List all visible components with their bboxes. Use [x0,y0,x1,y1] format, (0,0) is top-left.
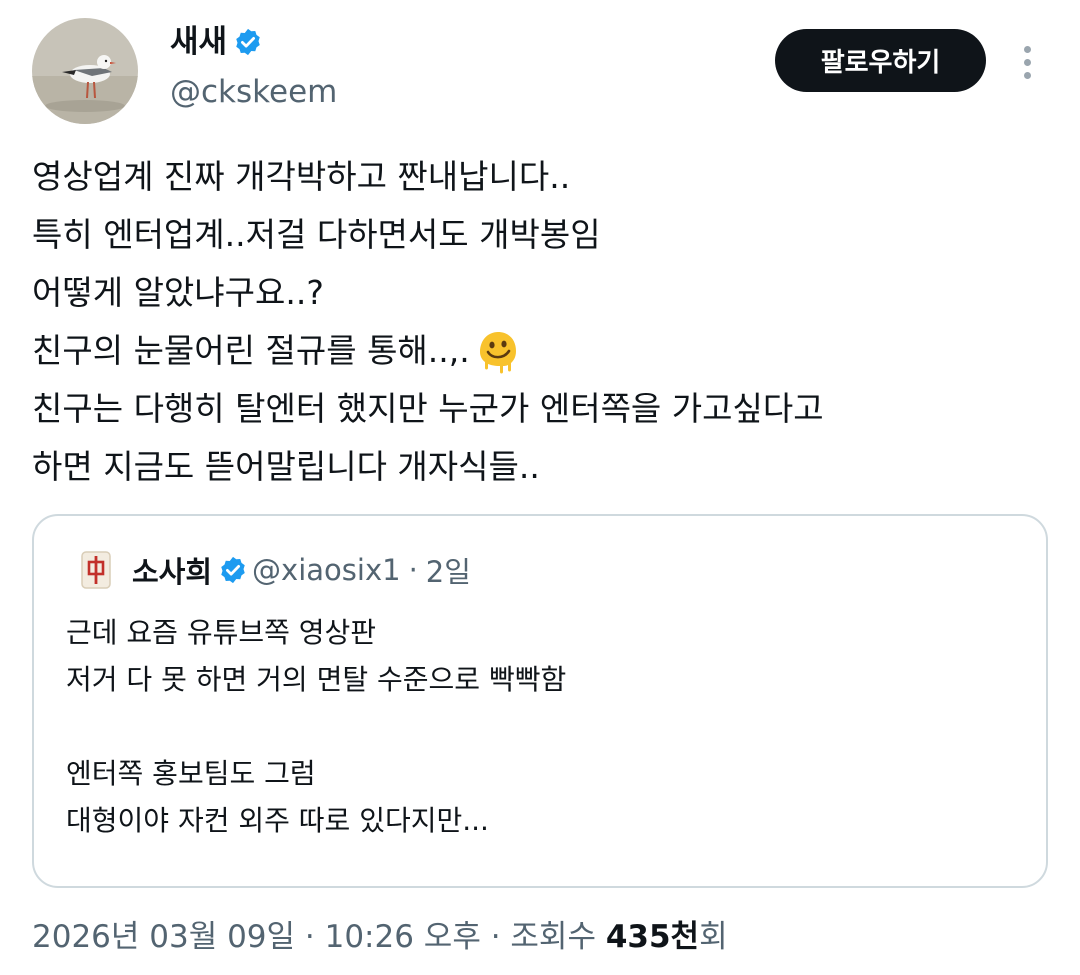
tweet-line: 어떻게 알았냐구요..? [32,264,1042,322]
quoted-tweet-text: 근데 요즘 유튜브쪽 영상판 저거 다 못 하면 거의 면탈 수준으로 빡빡함 … [66,609,1026,844]
more-dot [1023,58,1031,66]
tweet-line-text: 어떻게 알았냐구요..? [32,273,324,312]
tweet-timestamp[interactable]: 2026년 03월 09일 · 10:26 오후 · 조회수 [32,911,606,956]
author-name-row[interactable]: 새새 [170,20,263,64]
tweet-line-text: 영상업계 진짜 개각박하고 짠내납니다.. [32,157,571,196]
author-handle[interactable]: @ckskeem [170,70,337,114]
author-avatar[interactable] [32,18,138,124]
tweet-line: 특히 엔터업계..저걸 다하면서도 개박봉임 [32,206,1042,264]
more-dot [1023,45,1031,53]
tweet-line: 하면 지금도 뜯어말립니다 개자식들.. [32,438,1042,496]
view-count-suffix: 회 [699,918,728,955]
quoted-author-name[interactable]: 소사희 [132,549,212,591]
quoted-tweet-time[interactable]: 2일 [426,549,471,591]
tweet-line: 친구는 다행히 탈엔터 했지만 누군가 엔터쪽을 가고싶다고 [32,380,1042,438]
tweet-line-text: 하면 지금도 뜯어말립니다 개자식들.. [32,447,540,486]
tweet-line: 친구의 눈물어린 절규를 통해..,. [32,322,1042,380]
seagull-avatar-image [32,18,138,124]
quote-line: 저거 다 못 하면 거의 면탈 수준으로 빡빡함 [66,663,567,696]
mahjong-tile-icon[interactable] [76,550,116,590]
quoted-tweet-card[interactable]: 소사희 @xiaosix1 · 2일 근데 요즘 유튜브쪽 영상판 저거 다 못… [32,514,1048,888]
quote-line: 엔터쪽 홍보팀도 그럼 [66,757,316,790]
follow-button[interactable]: 팔로우하기 [775,29,986,92]
verified-badge-icon [221,556,245,584]
quote-line [66,703,1026,750]
more-dot [1023,71,1031,79]
view-count: 435천 [605,918,700,955]
author-name[interactable]: 새새 [170,20,227,64]
quoted-author-handle[interactable]: @xiaosix1 [252,553,401,587]
verified-badge-icon [236,28,260,56]
separator-dot: · [408,553,418,587]
quote-line: 대형이야 자컨 외주 따로 있다지만... [66,804,489,837]
tweet-text: 영상업계 진짜 개각박하고 짠내납니다.. 특히 엔터업계..저걸 다하면서도 … [32,148,1042,496]
tweet-meta: 2026년 03월 09일 · 10:26 오후 · 조회수 435천 회 [32,908,728,958]
quoted-tweet-header: 소사희 @xiaosix1 · 2일 [76,548,471,592]
tweet-line-text: 특히 엔터업계..저걸 다하면서도 개박봉임 [32,215,601,254]
quote-line: 근데 요즘 유튜브쪽 영상판 [66,616,377,649]
tweet-line-text: 친구의 눈물어린 절규를 통해..,. [32,331,470,370]
tweet-line-text: 친구는 다행히 탈엔터 했지만 누군가 엔터쪽을 가고싶다고 [32,389,824,428]
melting-face-emoji-icon [479,332,516,374]
tweet-line: 영상업계 진짜 개각박하고 짠내납니다.. [32,148,1042,206]
more-vertical-icon[interactable] [1010,38,1044,86]
